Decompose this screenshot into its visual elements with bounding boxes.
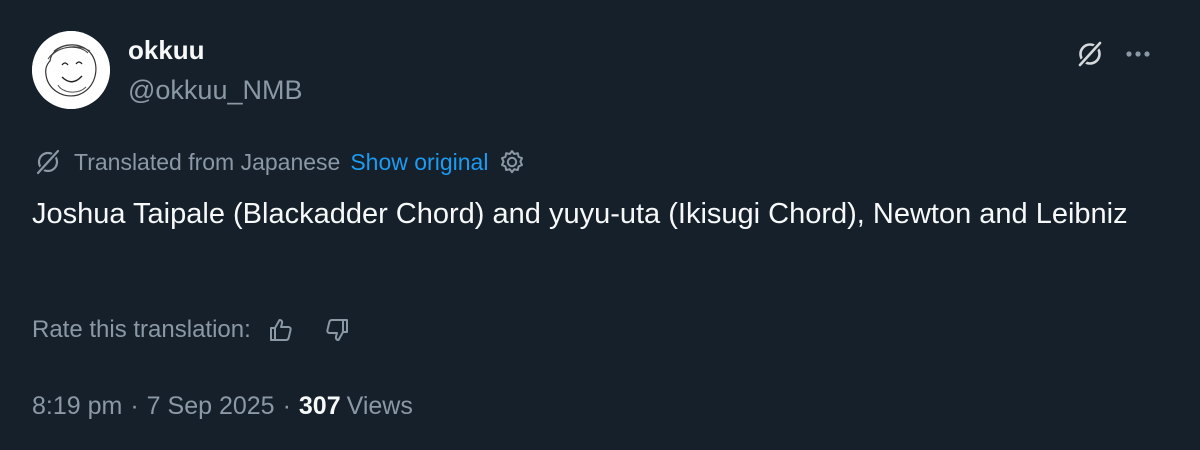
translated-label: Translated from Japanese [74,148,341,175]
rate-label: Rate this translation: [32,316,251,343]
tweet-time[interactable]: 8:19 pm [32,392,122,421]
thumbs-down-button[interactable] [321,314,353,346]
user-handle[interactable]: @okkuu_NMB [128,74,302,106]
tweet-date[interactable]: 7 Sep 2025 [147,392,275,421]
grok-button[interactable] [1070,36,1110,72]
display-name[interactable]: okkuu [128,34,205,66]
tweet-meta: 8:19 pm · 7 Sep 2025 · 307 Views [32,388,413,424]
thumbs-up-button[interactable] [265,314,297,346]
rate-translation: Rate this translation: [32,312,353,348]
more-button[interactable] [1118,36,1158,72]
meta-separator: · [130,391,139,420]
gear-icon[interactable] [498,148,526,176]
thumbs-down-icon [326,319,348,341]
avatar[interactable] [32,31,110,109]
grok-icon [1076,39,1104,69]
views-count: 307 [298,391,341,420]
show-original-link[interactable]: Show original [350,149,488,176]
views-label: Views [346,391,413,420]
meta-separator: · [282,391,291,420]
smiley-sketch-avatar-icon [32,31,110,109]
tweet-text: Joshua Taipale (Blackadder Chord) and yu… [32,198,1128,230]
grok-icon [32,147,66,177]
more-icon [1126,51,1150,57]
thumbs-up-icon [269,319,292,341]
translation-notice: Translated from Japanese Show original [32,146,526,178]
